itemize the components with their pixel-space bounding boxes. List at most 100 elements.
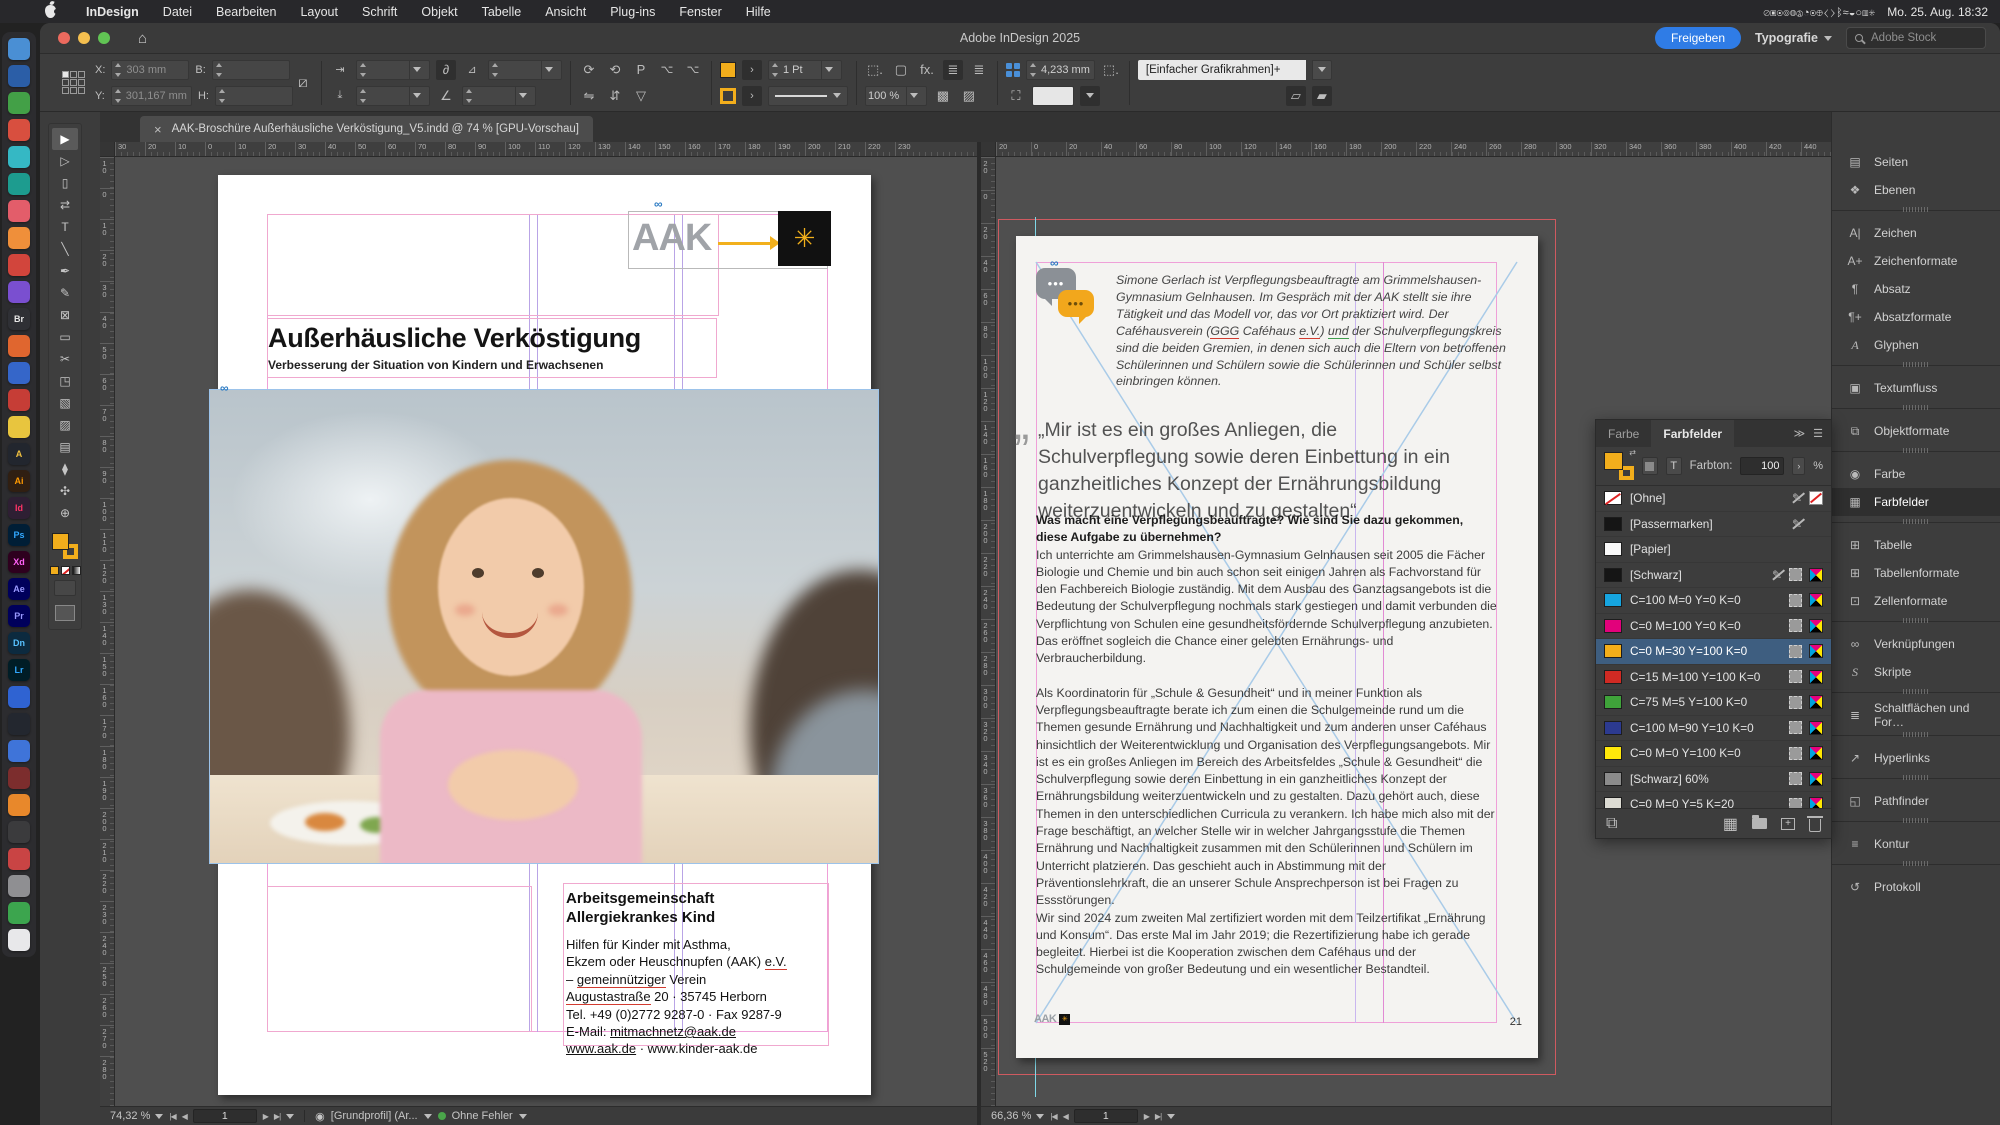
constrain-dimensions-icon[interactable]: ⧄ [293, 73, 313, 93]
panel-menu-icon[interactable]: ☰ [1813, 427, 1823, 440]
dock-app-icon[interactable] [8, 929, 30, 951]
free-transform-tool[interactable]: ◳ [52, 370, 78, 392]
last-page-button[interactable]: ▶| [1155, 1112, 1161, 1121]
page-tool[interactable]: ▯ [52, 172, 78, 194]
panel-dock-item[interactable]: ❖ Ebenen [1832, 176, 2000, 204]
apple-menu-icon[interactable] [45, 5, 56, 18]
panel-dock-item[interactable]: ≣ Schaltflächen und For… [1832, 701, 2000, 729]
link-badge-icon[interactable]: ∞ [654, 199, 663, 209]
rotate-cw-button[interactable]: ⟳ [579, 60, 599, 80]
page-number-field[interactable] [1074, 1109, 1138, 1123]
fit-content-button[interactable]: ⛶ [1006, 86, 1026, 106]
panel-dock-item[interactable]: ◱ Pathfinder [1832, 787, 2000, 815]
last-page-button[interactable]: ▶| [274, 1112, 280, 1121]
previous-page-button[interactable]: ◀ [182, 1112, 187, 1121]
new-swatch-icon[interactable]: + [1781, 818, 1795, 830]
object-style-dropdown[interactable]: [Einfacher Grafikrahmen]+ [1138, 60, 1306, 80]
tint-field[interactable] [1740, 457, 1784, 475]
right-document-page[interactable]: ∞ ••• ••• Simone Gerlach ist Verpflegung… [1016, 236, 1538, 1058]
dock-app-icon[interactable] [8, 92, 30, 114]
panel-dock-item[interactable]: ▦ Farbfelder [1832, 488, 2000, 516]
share-button[interactable]: Freigeben [1655, 27, 1741, 49]
panel-dock-item[interactable]: S Skripte [1832, 658, 2000, 686]
panel-dock-item[interactable]: ⊡ Zellenformate [1832, 587, 2000, 615]
brochure-subtitle[interactable]: Verbesserung der Situation von Kindern u… [268, 358, 603, 372]
zoom-tool[interactable]: ⊕ [52, 502, 78, 524]
menu-status-icon[interactable]: ⟨⟩ [1823, 7, 1836, 19]
reference-point-proxy[interactable] [62, 71, 85, 94]
close-tab-icon[interactable]: × [154, 122, 162, 137]
panel-dock-item[interactable]: ◉ Farbe [1832, 460, 2000, 488]
fill-stroke-proxy[interactable]: ⇄ [1604, 452, 1634, 480]
frame-options-button[interactable]: ▢ [891, 60, 911, 80]
dock-app-icon[interactable] [8, 848, 30, 870]
contact-block[interactable]: Arbeitsgemeinschaft Allergiekrankes Kind… [566, 889, 834, 1058]
close-window-button[interactable] [58, 32, 70, 44]
swatch-row[interactable]: [Schwarz] ✎ [1596, 563, 1831, 589]
zoom-level-control[interactable]: 66,36 % [991, 1110, 1044, 1122]
wrap-none-button[interactable]: ≣ [943, 60, 963, 80]
dock-app-icon[interactable]: A [8, 443, 30, 465]
preset-dropdown-button[interactable] [1080, 86, 1100, 106]
dock-app-icon[interactable] [8, 686, 30, 708]
rotation-angle-field[interactable] [488, 60, 562, 80]
dock-app-icon[interactable] [8, 38, 30, 60]
dock-app-icon[interactable] [8, 362, 30, 384]
preset-field[interactable] [1032, 86, 1074, 106]
interview-body[interactable]: Was macht eine Verpflegungsbeauftragte? … [1036, 512, 1498, 979]
panel-dock-item[interactable]: ⧉ Objektformate [1832, 417, 2000, 445]
menu-item[interactable]: InDesign [74, 5, 151, 19]
menu-status-icon[interactable]: Ⓐ [1796, 7, 1803, 19]
minimize-window-button[interactable] [78, 32, 90, 44]
formatting-container-button[interactable] [54, 580, 76, 596]
pen-tool[interactable]: ✒ [52, 260, 78, 282]
effects-button[interactable]: fx. [917, 60, 937, 80]
ruler-origin-corner[interactable] [100, 142, 115, 157]
fill-proxy-swatch[interactable] [1604, 452, 1623, 470]
color-themes-icon[interactable]: ▦ [1723, 814, 1738, 834]
panel-dock-item[interactable]: ⊞ Tabelle [1832, 531, 2000, 559]
previous-page-button[interactable]: ◀ [1063, 1112, 1068, 1121]
panel-dock-item[interactable]: A| Zeichen [1832, 219, 2000, 247]
swatch-row[interactable]: [Passermarken] ✎ [1596, 512, 1831, 538]
scale-x-field[interactable] [356, 60, 430, 80]
panel-dock-item[interactable]: A Glyphen [1832, 331, 2000, 359]
relink-up-icon[interactable]: ⌥ [657, 60, 677, 80]
eyedropper-tool[interactable]: ⧫ [52, 458, 78, 480]
left-document-page[interactable]: ∞ AAK ✳ Außerhäusliche Verköstigung Verb… [218, 175, 871, 1095]
swatch-row[interactable]: C=0 M=100 Y=0 K=0 ✎ [1596, 614, 1831, 640]
selection-tool[interactable]: ▶ [52, 128, 78, 150]
formatting-affects-text-button[interactable]: T [1666, 457, 1682, 475]
dock-app-icon[interactable]: Id [8, 497, 30, 519]
menu-status-icon[interactable]: ✳ [1869, 7, 1876, 19]
dock-app-icon[interactable] [8, 389, 30, 411]
y-field[interactable]: 301,167 mm [111, 86, 192, 106]
direct-selection-tool[interactable]: ▷ [52, 150, 78, 172]
panel-dock-item[interactable]: ≡ Kontur [1832, 830, 2000, 858]
zoom-level-control[interactable]: 74,32 % [110, 1110, 163, 1122]
delete-swatch-icon[interactable] [1809, 819, 1821, 832]
dock-app-icon[interactable] [8, 173, 30, 195]
speech-bubbles-icon[interactable]: ••• ••• [1036, 268, 1106, 332]
swatch-row[interactable]: C=15 M=100 Y=100 K=0 ✎ [1596, 665, 1831, 691]
clear-transform-button[interactable]: ▽ [631, 86, 651, 106]
dock-app-icon[interactable] [8, 200, 30, 222]
panel-dock-item[interactable]: ∞ Verknüpfungen [1832, 630, 2000, 658]
fill-options-button[interactable]: › [742, 60, 762, 80]
panel-dock-item[interactable]: A+ Zeichenformate [1832, 247, 2000, 275]
panel-dock-item[interactable]: ¶ Absatz [1832, 275, 2000, 303]
panel-options-button[interactable]: ▰ [1312, 86, 1332, 106]
dock-app-icon[interactable] [8, 713, 30, 735]
dock-app-icon[interactable]: Ps [8, 524, 30, 546]
wrap-around-button[interactable]: ≣ [969, 60, 989, 80]
chevron-down-icon[interactable] [286, 1114, 294, 1119]
workspace-switcher[interactable]: Typografie [1755, 31, 1832, 45]
dock-app-icon[interactable]: Xd [8, 551, 30, 573]
dock-app-icon[interactable] [8, 767, 30, 789]
rectangle-tool[interactable]: ▭ [52, 326, 78, 348]
swatch-row[interactable]: [Schwarz] 60% ✎ [1596, 767, 1831, 793]
dock-app-icon[interactable] [8, 227, 30, 249]
dock-app-icon[interactable]: Br [8, 308, 30, 330]
scissors-tool[interactable]: ✂ [52, 348, 78, 370]
corner-radius-field[interactable]: 4,233 mm [1026, 60, 1095, 80]
